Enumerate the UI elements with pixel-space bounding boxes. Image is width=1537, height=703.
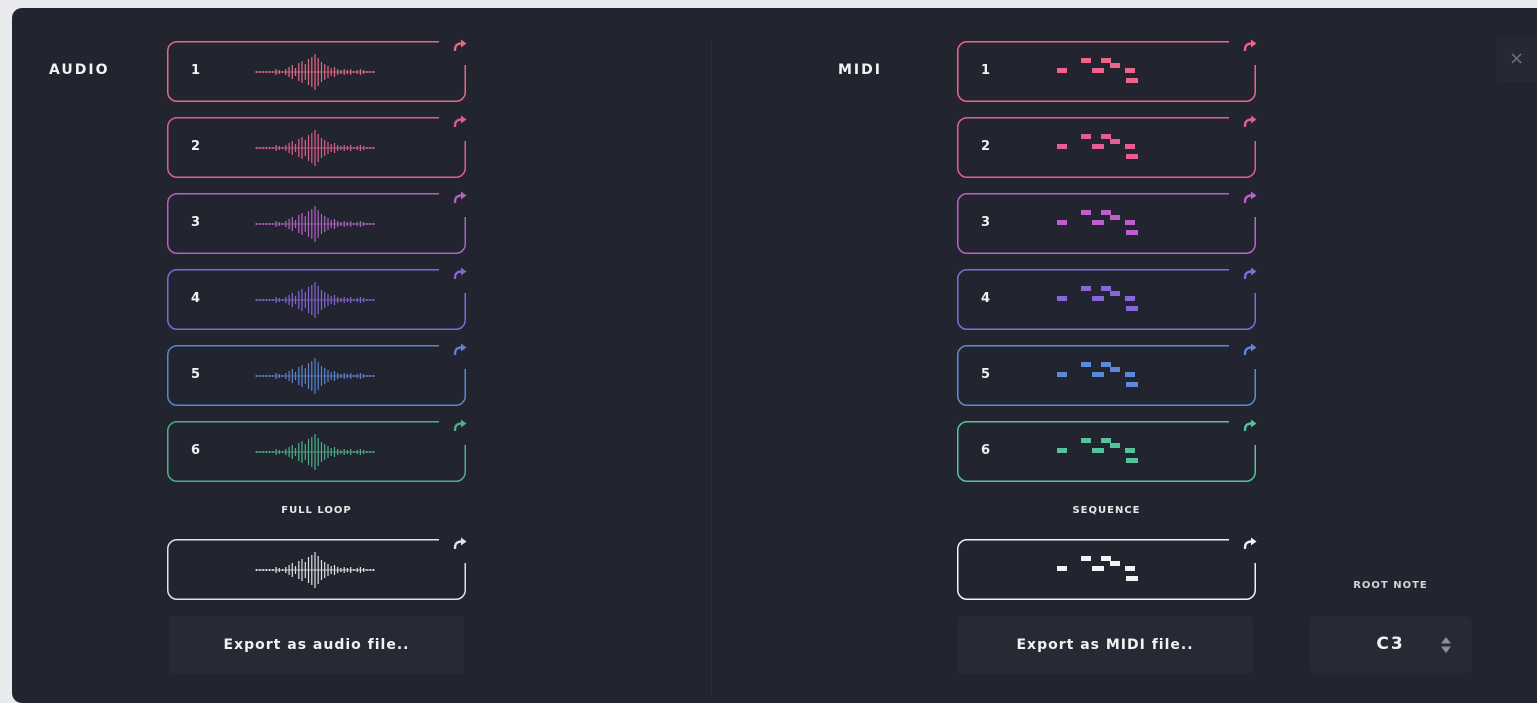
- audio-waveform: [255, 54, 375, 90]
- audio-stem-3[interactable]: 3: [167, 191, 467, 254]
- share-arrow-icon[interactable]: [1243, 267, 1257, 279]
- audio-stem-2[interactable]: 2: [167, 115, 467, 178]
- share-arrow-icon[interactable]: [1243, 419, 1257, 431]
- stem-number: 5: [981, 367, 991, 382]
- share-arrow-icon[interactable]: [1243, 343, 1257, 355]
- share-arrow-icon[interactable]: [453, 267, 467, 279]
- midi-stem-2[interactable]: 2: [957, 115, 1257, 178]
- audio-waveform: [255, 206, 375, 242]
- midi-sequence-label: SEQUENCE: [1072, 505, 1141, 516]
- close-button[interactable]: ×: [1496, 36, 1537, 82]
- midi-pattern: [1057, 58, 1138, 83]
- midi-stem-3[interactable]: 3: [957, 191, 1257, 254]
- stem-number: 1: [191, 63, 201, 78]
- audio-stem-5[interactable]: 5: [167, 343, 467, 406]
- share-arrow-icon[interactable]: [1243, 191, 1257, 203]
- share-arrow-icon[interactable]: [1243, 537, 1257, 549]
- midi-pattern: [1057, 134, 1138, 159]
- audio-full-loop[interactable]: [167, 537, 467, 600]
- share-arrow-icon[interactable]: [453, 191, 467, 203]
- share-arrow-icon[interactable]: [453, 419, 467, 431]
- root-note-label: ROOT NOTE: [1353, 580, 1428, 591]
- midi-pattern: [1057, 556, 1138, 581]
- stem-number: 3: [191, 215, 201, 230]
- midi-stem-1[interactable]: 1: [957, 39, 1257, 102]
- stem-number: 4: [191, 291, 201, 306]
- midi-pattern: [1057, 210, 1138, 235]
- share-arrow-icon[interactable]: [453, 115, 467, 127]
- audio-full-loop-label: FULL LOOP: [281, 505, 352, 516]
- share-arrow-icon[interactable]: [1243, 39, 1257, 51]
- export-midi-button[interactable]: Export as MIDI file..: [957, 616, 1253, 674]
- stem-number: 1: [981, 63, 991, 78]
- midi-pattern: [1057, 362, 1138, 387]
- close-icon: ×: [1508, 48, 1525, 69]
- stem-number: 2: [981, 139, 991, 154]
- midi-stem-5[interactable]: 5: [957, 343, 1257, 406]
- share-arrow-icon[interactable]: [453, 537, 467, 549]
- midi-stem-4[interactable]: 4: [957, 267, 1257, 330]
- midi-pattern: [1057, 438, 1138, 463]
- audio-waveform: [255, 130, 375, 166]
- stem-number: 4: [981, 291, 991, 306]
- stem-number: 6: [981, 443, 991, 458]
- root-note-select[interactable]: C3: [1309, 616, 1472, 673]
- audio-section-title: AUDIO: [49, 62, 110, 78]
- audio-waveform: [255, 282, 375, 318]
- share-arrow-icon[interactable]: [453, 39, 467, 51]
- section-divider: [711, 40, 712, 695]
- share-arrow-icon[interactable]: [453, 343, 467, 355]
- stem-number: 2: [191, 139, 201, 154]
- audio-waveform: [255, 552, 375, 588]
- up-down-stepper-icon[interactable]: [1439, 636, 1453, 654]
- stem-number: 5: [191, 367, 201, 382]
- midi-stem-6[interactable]: 6: [957, 419, 1257, 482]
- stem-number: 3: [981, 215, 991, 230]
- midi-section-title: MIDI: [838, 62, 882, 78]
- export-audio-button[interactable]: Export as audio file..: [169, 616, 464, 674]
- audio-stem-6[interactable]: 6: [167, 419, 467, 482]
- audio-stem-1[interactable]: 1: [167, 39, 467, 102]
- share-arrow-icon[interactable]: [1243, 115, 1257, 127]
- audio-waveform: [255, 358, 375, 394]
- midi-pattern: [1057, 286, 1138, 311]
- audio-stem-4[interactable]: 4: [167, 267, 467, 330]
- audio-waveform: [255, 434, 375, 470]
- midi-sequence[interactable]: [957, 537, 1257, 600]
- stem-number: 6: [191, 443, 201, 458]
